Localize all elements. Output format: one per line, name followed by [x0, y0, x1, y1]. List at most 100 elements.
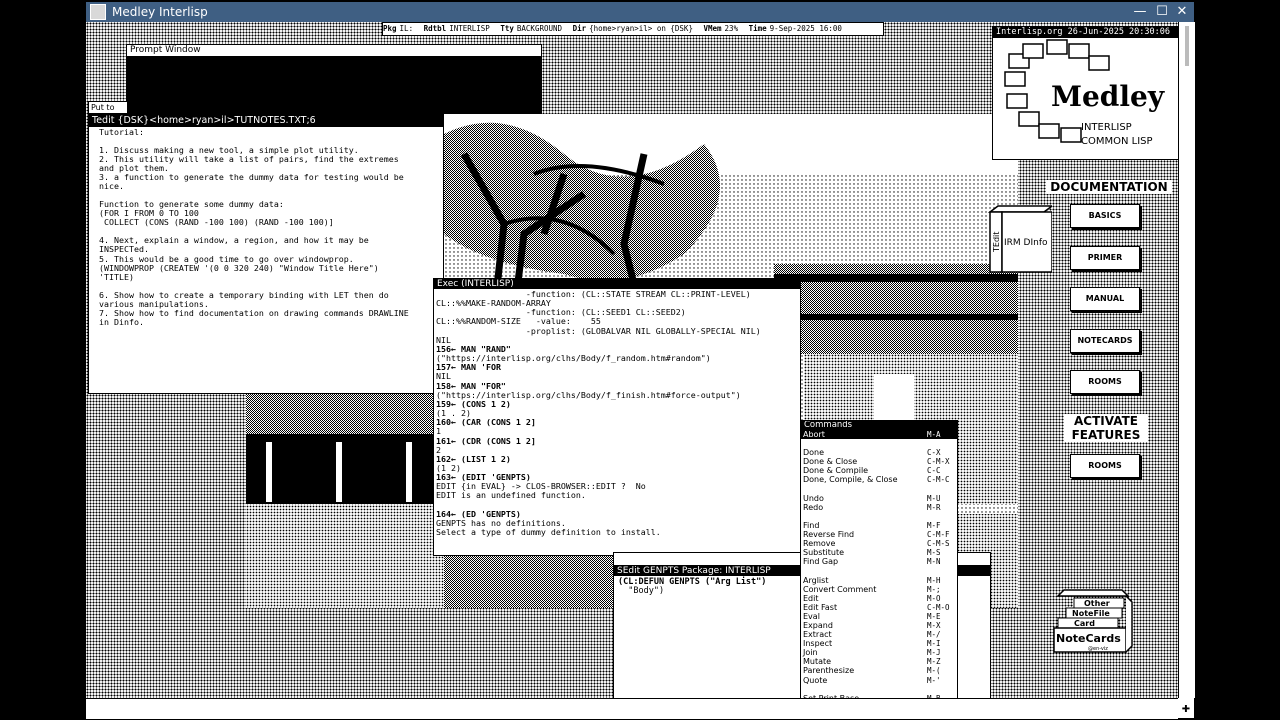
exec-line: 162← (LIST 1 2) [436, 453, 511, 464]
basics-button[interactable]: BASICS [1070, 204, 1140, 228]
menu-item-shortcut: M-F [927, 520, 941, 530]
menu-item[interactable]: Edit Fast C-M-O [801, 603, 957, 612]
book-icon: TEdit IRM DInfo [987, 205, 1055, 273]
notecards-card-text: Card [1074, 619, 1095, 628]
menu-item[interactable]: Arglist M-H [801, 576, 957, 585]
menu-item[interactable]: Eval M-E [801, 612, 957, 621]
menu-item[interactable]: Find Gap M-N [801, 557, 957, 566]
maximize-button[interactable]: ☐ [1154, 4, 1170, 20]
menu-item [801, 512, 957, 521]
menu-item[interactable]: Edit M-O [801, 594, 957, 603]
menu-item-label: Undo [803, 493, 824, 503]
time-value: 9-Sep-2025 16:00 [769, 24, 842, 33]
menu-item[interactable]: Redo M-R [801, 503, 957, 512]
menu-item[interactable]: Convert Comment M-; [801, 585, 957, 594]
menu-item-shortcut: M-E [927, 611, 941, 621]
tedit-title: Tedit {DSK}<home>ryan>il>TUTNOTES.TXT;6 [89, 115, 443, 127]
notecards-app[interactable]: Other NoteFile Card NoteCards @en-viz [1052, 588, 1134, 656]
menu-item-label: Substitute [803, 548, 845, 558]
menu-item [801, 485, 957, 494]
menu-item[interactable]: Join M-J [801, 648, 957, 657]
menu-item-label: Find [803, 520, 820, 530]
menu-item-shortcut: M-N [927, 557, 941, 567]
tedit-line: in Dinfo. [99, 316, 144, 327]
menu-item-label: Join [803, 648, 818, 658]
menu-item-label: Done & Compile [803, 466, 869, 476]
put-to-label[interactable]: Put to [88, 101, 128, 114]
exec-title: Exec (INTERLISP) [434, 279, 800, 289]
notecards-button[interactable]: NOTECARDS [1070, 329, 1140, 353]
menu-item-shortcut: C-C [927, 466, 941, 476]
menu-item [801, 685, 957, 694]
prompt-window[interactable]: Prompt Window [126, 44, 542, 114]
exec-body[interactable]: -function: (CL::STATE STREAM CL::PRINT-L… [434, 289, 800, 537]
vertical-scroll-thumb[interactable] [1185, 26, 1189, 66]
app-icon [90, 4, 106, 20]
commands-menu-title: Commands [801, 421, 957, 430]
tedit-line: 3. a function to generate the dummy data… [99, 172, 404, 183]
menu-item-shortcut: M-A [927, 430, 941, 439]
menu-item-shortcut: C-M-C [927, 475, 950, 485]
menu-item-label: Find Gap [803, 557, 839, 567]
tedit-line: 'TITLE) [99, 271, 134, 282]
menu-item[interactable]: Done & Compile C-C [801, 466, 957, 475]
minimize-button[interactable]: — [1132, 4, 1148, 20]
menu-item[interactable]: Extract M-/ [801, 630, 957, 639]
resize-corner-icon[interactable]: ✚ [1178, 698, 1194, 718]
menu-item-shortcut: M-/ [927, 630, 941, 640]
menu-item-shortcut: M-' [927, 675, 941, 685]
menu-item-shortcut: M-Z [927, 657, 941, 667]
exec-line: 161← (CDR (CONS 1 2] [436, 435, 536, 446]
pkg-label: Pkg [383, 24, 397, 33]
tedit-window[interactable]: Tedit {DSK}<home>ryan>il>TUTNOTES.TXT;6 … [88, 114, 444, 394]
window-title: Medley Interlisp [112, 5, 208, 19]
commands-menu[interactable]: Commands Abort M-A Done C-X Done & Close C-M-… [800, 420, 958, 698]
rooms-button[interactable]: ROOMS [1070, 370, 1140, 394]
irm-dinfo-book[interactable]: TEdit IRM DInfo [987, 204, 1055, 274]
menu-item[interactable]: Find M-F [801, 521, 957, 530]
menu-item[interactable]: Mutate M-Z [801, 657, 957, 666]
menu-item-shortcut: M-I [927, 639, 941, 649]
menu-item-shortcut: M-S [927, 548, 941, 558]
menu-item[interactable]: Done & Close C-M-X [801, 457, 957, 466]
prompt-area[interactable] [127, 57, 541, 113]
primer-button[interactable]: PRIMER [1070, 246, 1140, 270]
notecards-other-text: Other [1084, 599, 1110, 608]
menu-item-label: Reverse Find [803, 530, 855, 540]
menu-item[interactable]: Undo M-U [801, 494, 957, 503]
close-button[interactable]: ✕ [1174, 4, 1190, 20]
menu-item-label: Done & Close [803, 457, 858, 467]
vertical-scrollbar[interactable] [1178, 22, 1195, 698]
tedit-line: (WINDOWPROP (CREATEW '(0 0 320 240) "Win… [99, 262, 379, 273]
prompt-window-title: Prompt Window [127, 45, 541, 57]
menu-item[interactable]: Substitute M-S [801, 548, 957, 557]
menu-item-shortcut: M-U [927, 493, 941, 503]
menu-item[interactable]: Expand M-X [801, 621, 957, 630]
desktop-background[interactable]: Pkg IL: Rdtbl INTERLISP Tty BACKGROUND Dir{… [86, 22, 1178, 698]
menu-item-label: Remove [803, 539, 836, 549]
manual-button[interactable]: MANUAL [1070, 287, 1140, 311]
notecards-notefile-text: NoteFile [1072, 609, 1110, 618]
logo-medley-text: Medley [1051, 80, 1165, 113]
menu-item[interactable]: Inspect M-I [801, 639, 957, 648]
background-photo-left [246, 394, 446, 608]
rooms-activate-button[interactable]: ROOMS [1070, 454, 1140, 478]
menu-item[interactable]: Parenthesize M-( [801, 666, 957, 675]
menu-item-shortcut: C-M-S [927, 539, 950, 549]
tedit-body[interactable]: Tutorial: 1. Discuss making a new tool, a… [89, 127, 443, 327]
menu-item[interactable]: Remove C-M-S [801, 539, 957, 548]
tedit-line: 7. Show how to find documentation on dra… [99, 307, 409, 318]
exec-window[interactable]: Exec (INTERLISP) -function: (CL::STATE S… [433, 278, 801, 556]
menu-item[interactable]: Done C-X [801, 448, 957, 457]
menu-item-label: Extract [803, 630, 832, 640]
menu-item[interactable]: Reverse Find C-M-F [801, 530, 957, 539]
book-spine-text: TEdit [992, 232, 1001, 253]
window-titlebar[interactable]: Medley Interlisp — ☐ ✕ [86, 2, 1194, 22]
menu-item-shortcut: M-O [927, 593, 941, 603]
menu-item[interactable]: Quote M-' [801, 676, 957, 685]
exec-line: EDIT is an undefined function. [436, 490, 586, 501]
menu-item[interactable]: Abort M-A [801, 430, 957, 440]
horizontal-scrollbar[interactable] [86, 698, 1178, 719]
menu-item[interactable]: Done, Compile, & Close C-M-C [801, 475, 957, 484]
vmem-value: 23% [724, 24, 739, 33]
